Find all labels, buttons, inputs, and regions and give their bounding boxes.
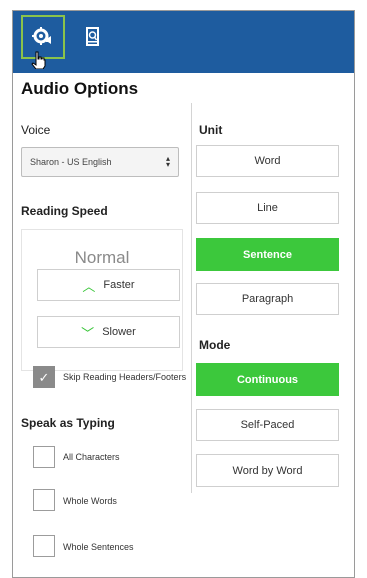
unit-paragraph-button[interactable]: Paragraph	[196, 283, 339, 315]
reading-speed-value: Normal	[74, 248, 130, 267]
checkmark-icon: ✓	[38, 370, 50, 385]
reading-settings-tab[interactable]	[71, 15, 115, 59]
mode-continuous-button[interactable]: Continuous	[196, 363, 339, 396]
unit-sentence-button[interactable]: Sentence	[196, 238, 339, 271]
reading-speed-label: Reading Speed	[21, 204, 108, 218]
faster-button-label: Faster	[103, 279, 135, 291]
speak-as-typing-label: Speak as Typing	[21, 416, 115, 430]
skip-headers-label: Skip Reading Headers/Footers	[63, 372, 187, 382]
voice-label: Voice	[21, 123, 51, 137]
whole-words-label: Whole Words	[63, 496, 117, 506]
mode-word-by-word-button[interactable]: Word by Word	[196, 454, 339, 487]
slower-button-label: Slower	[102, 326, 136, 338]
book-icon	[86, 27, 99, 46]
chevron-up-icon: ︿	[82, 278, 96, 294]
whole-sentences-label: Whole Sentences	[63, 542, 134, 552]
all-characters-checkbox[interactable]	[33, 446, 55, 468]
hand-cursor-icon	[31, 51, 46, 69]
all-characters-label: All Characters	[63, 452, 120, 462]
top-toolbar	[13, 11, 354, 73]
voice-select-value: Sharon - US English	[30, 157, 112, 167]
faster-button[interactable]: ︿ Faster	[37, 269, 180, 301]
skip-headers-checkbox[interactable]: ✓	[33, 366, 55, 388]
voice-select[interactable]: Sharon - US English ▴ ▾	[21, 147, 179, 177]
mode-self-paced-button[interactable]: Self-Paced	[196, 409, 339, 441]
column-divider	[191, 103, 192, 493]
chevron-down-icon: ﹀	[81, 325, 95, 341]
mode-label: Mode	[199, 338, 231, 352]
whole-sentences-checkbox[interactable]	[33, 535, 55, 557]
panel-title: Audio Options	[21, 79, 139, 98]
select-arrows-icon: ▴ ▾	[165, 154, 170, 169]
gear-audio-icon	[32, 27, 51, 45]
unit-line-button[interactable]: Line	[196, 192, 339, 224]
slower-button[interactable]: ﹀ Slower	[37, 316, 180, 348]
whole-words-checkbox[interactable]	[33, 489, 55, 511]
unit-word-button[interactable]: Word	[196, 145, 339, 177]
unit-label: Unit	[199, 123, 223, 137]
audio-options-window: Audio Options Voice Sharon - US English …	[12, 10, 355, 578]
